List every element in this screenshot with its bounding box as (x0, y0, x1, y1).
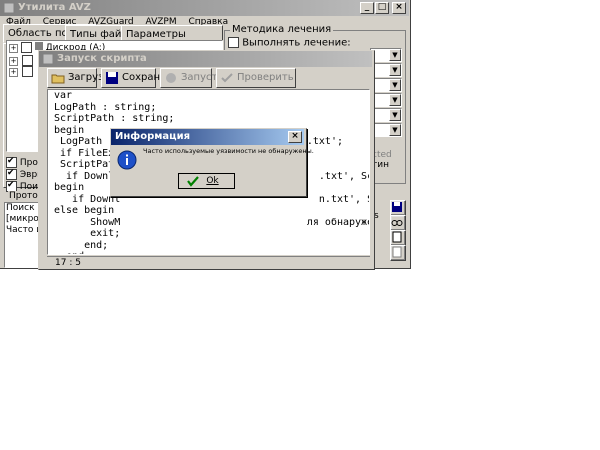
chevron-down-icon[interactable]: ▼ (389, 94, 401, 106)
main-title: Утилита AVZ (18, 2, 91, 13)
info-doc-icon (392, 246, 402, 258)
maximize-button[interactable]: □ (375, 2, 389, 14)
code-line: exit; (54, 228, 121, 239)
dialog-close-button[interactable]: × (288, 131, 302, 143)
chevron-down-icon[interactable]: ▼ (389, 79, 401, 91)
code-line: LogPath : string; (54, 101, 157, 113)
info-dialog: Информация × Часто используемые уязвимос… (110, 128, 314, 197)
perform-treatment-option[interactable]: Выполнять лечение: (228, 37, 351, 49)
glasses-icon (391, 220, 403, 226)
protocol-save-button[interactable] (390, 200, 406, 216)
chevron-down-icon[interactable]: ▼ (389, 49, 401, 61)
main-title-bar: Утилита AVZ _ □ × (0, 0, 409, 16)
tree-checkbox[interactable] (21, 65, 33, 77)
code-line: end; (54, 239, 109, 251)
tree-checkbox[interactable] (20, 42, 32, 53)
floppy-icon (34, 42, 43, 50)
check-icon (221, 73, 233, 83)
expand-icon[interactable]: + (9, 44, 18, 53)
treatment-group-title: Методика лечения (230, 24, 334, 35)
code-line: ScriptPath : string; (54, 113, 175, 124)
tree-row: + (9, 64, 33, 77)
code-line: else begin (54, 205, 115, 216)
chevron-down-icon[interactable]: ▼ (389, 124, 401, 136)
perform-treatment-label: Выполнять лечение: (242, 37, 351, 49)
dialog-title-bar: Информация × (111, 129, 304, 145)
load-button[interactable]: Загрузить (47, 68, 122, 88)
protocol-doc-button[interactable] (390, 230, 406, 246)
chevron-down-icon[interactable]: ▼ (389, 109, 401, 121)
status-bar: 17 : 5 (47, 256, 370, 268)
code-line: end; (54, 251, 369, 254)
avz-app-icon (3, 2, 15, 14)
info-icon (117, 150, 137, 170)
cursor-position: 17 : 5 (55, 258, 81, 268)
document-icon (392, 231, 402, 243)
floppy-save-icon (106, 72, 118, 84)
open-folder-icon (51, 74, 65, 84)
save-button[interactable]: Сохранить (101, 68, 178, 88)
minimize-button[interactable]: _ (360, 2, 374, 14)
protocol-info-button[interactable] (390, 245, 406, 261)
run-icon (166, 73, 176, 83)
script-title-bar: Запуск скрипта (39, 51, 372, 67)
expand-icon[interactable]: + (9, 68, 18, 77)
checkmark-icon (187, 176, 199, 187)
check-syntax-label: Проверить синтаксис (237, 72, 295, 83)
code-line: ShowM ля обнаружения (54, 216, 370, 228)
check-syntax-button[interactable]: Проверить синтаксис (216, 68, 296, 88)
perform-treatment-checkbox[interactable] (228, 37, 239, 48)
script-app-icon (42, 53, 54, 65)
dialog-title: Информация (115, 131, 190, 142)
tree-row: + (9, 53, 33, 66)
close-button[interactable]: × (392, 2, 406, 14)
run-button[interactable]: Запустить (160, 68, 236, 88)
code-line: var (54, 90, 73, 101)
floppy-save-icon (392, 202, 402, 212)
ok-button[interactable]: Ok (178, 173, 235, 189)
protocol-search-button[interactable] (390, 215, 406, 231)
script-title: Запуск скрипта (57, 53, 147, 64)
chevron-down-icon[interactable]: ▼ (389, 64, 401, 76)
dialog-message: Часто используемые уязвимости не обнаруж… (143, 147, 314, 155)
